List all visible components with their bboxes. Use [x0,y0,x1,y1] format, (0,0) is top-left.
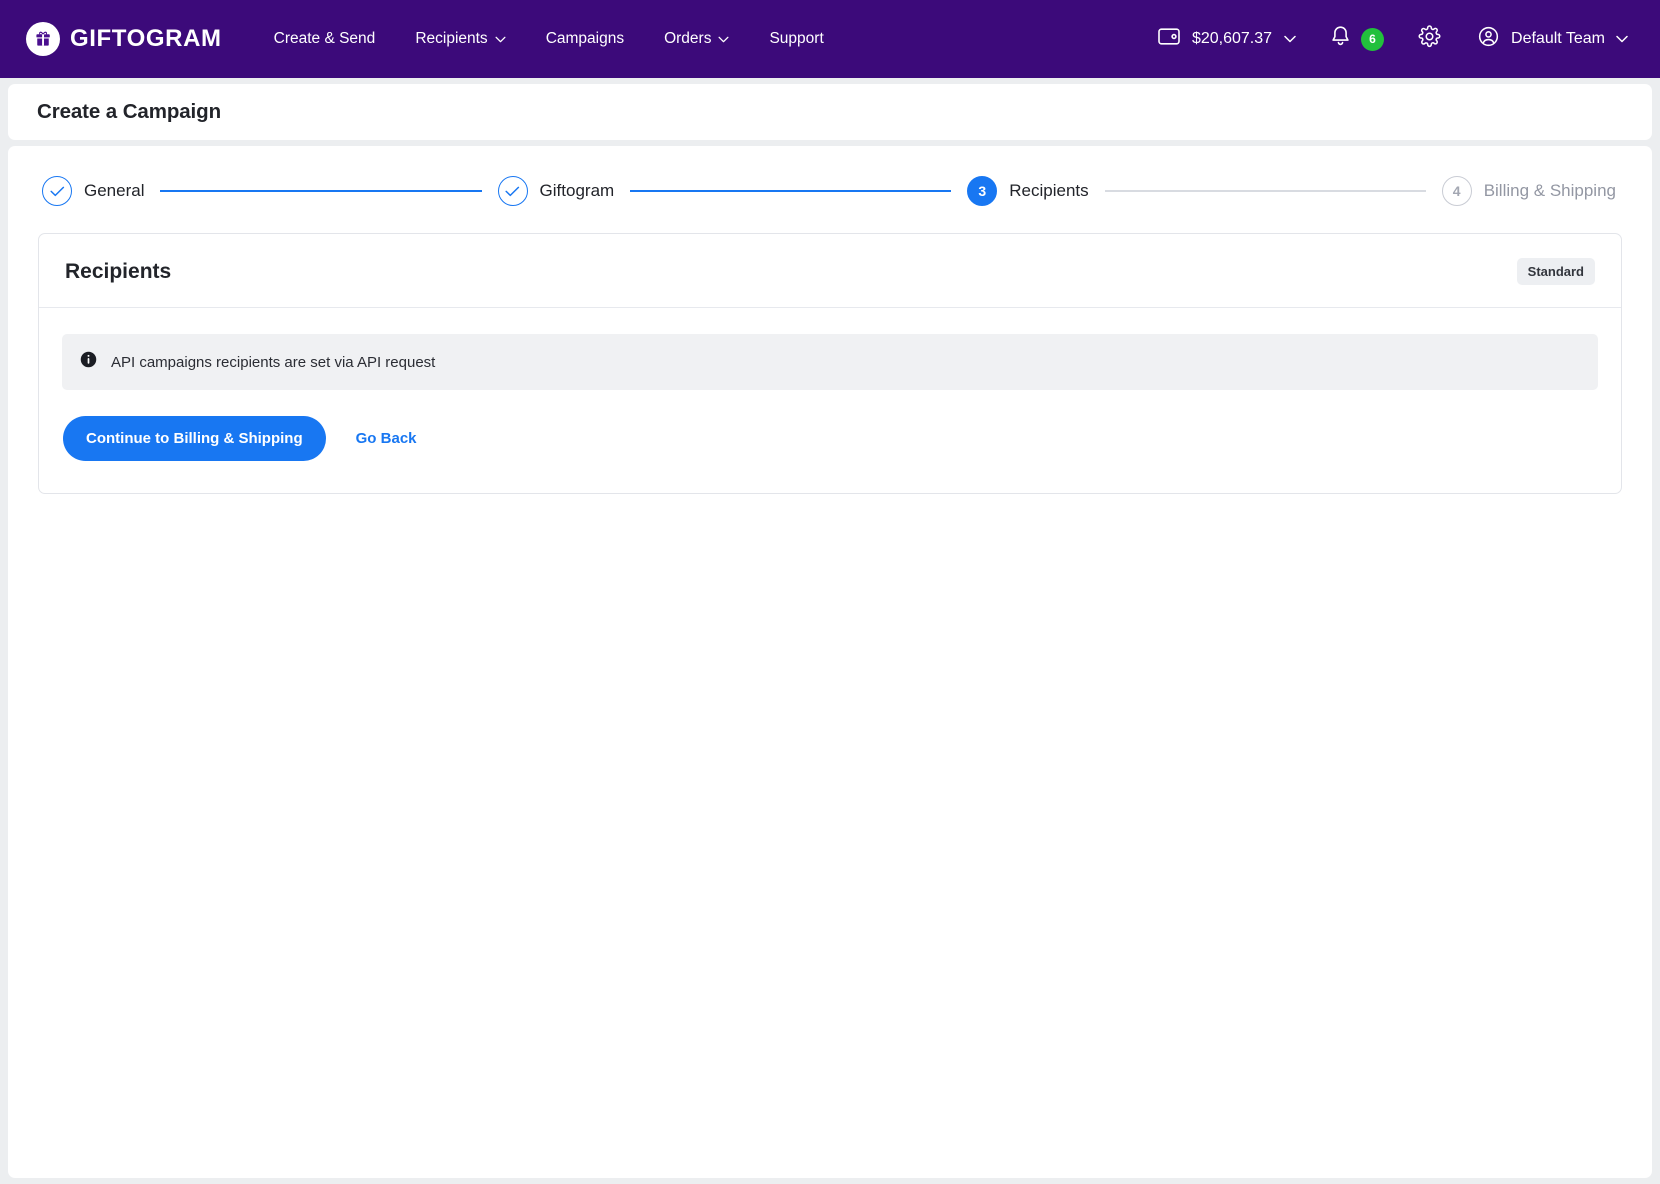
nav-item-label: Orders [664,30,712,47]
nav-item-label: Support [769,30,824,47]
page-title: Create a Campaign [37,100,222,123]
primary-nav: Create & Send Recipients Campaigns Order… [254,20,844,58]
chevron-down-icon [718,30,729,48]
chevron-down-icon [1284,30,1296,48]
stepper-step-label: Giftogram [539,181,615,200]
recipients-card: Recipients Standard API campaigns recipi… [38,233,1622,494]
wallet-amount: $20,607.37 [1191,30,1273,47]
nav-item-campaigns[interactable]: Campaigns [526,20,644,58]
nav-item-create-send[interactable]: Create & Send [254,20,396,58]
stepper-connector-3 [1104,190,1426,192]
user-circle-icon [1477,25,1500,53]
wallet-balance-button[interactable]: $20,607.37 [1144,19,1310,59]
stepper-step-label: Billing & Shipping [1483,181,1616,200]
nav-item-label: Recipients [415,30,488,47]
nav-item-recipients[interactable]: Recipients [395,20,525,58]
main-panel: General Giftogram 3 Recipients 4 Billing… [8,146,1652,1178]
check-icon [42,176,72,206]
settings-button[interactable] [1400,17,1459,61]
stepper-step-general[interactable]: General [42,176,144,206]
notifications-button[interactable]: 6 [1314,17,1396,61]
recipients-card-title: Recipients [65,259,172,283]
api-info-alert: API campaigns recipients are set via API… [62,334,1598,390]
stepper-connector-1 [160,190,482,192]
brand-logo[interactable]: GIFTOGRAM [26,22,222,56]
team-name: Default Team [1511,30,1605,47]
gear-icon [1418,25,1441,53]
stepper-step-recipients[interactable]: 3 Recipients [967,176,1089,206]
team-switcher-button[interactable]: Default Team [1463,17,1638,61]
info-icon [80,351,97,373]
chevron-down-icon [495,30,506,48]
go-back-button[interactable]: Go Back [340,416,433,461]
nav-item-label: Campaigns [545,30,625,47]
top-navbar: GIFTOGRAM Create & Send Recipients Campa… [0,0,1660,78]
stepper-step-number: 3 [967,176,998,206]
nav-item-support[interactable]: Support [749,20,843,58]
navbar-right-group: $20,607.37 6 Default Team [1144,17,1638,61]
stepper-connector-2 [630,190,952,192]
bell-icon [1330,25,1351,53]
brand-name: GIFTOGRAM [70,25,222,52]
notification-count-badge: 6 [1361,27,1385,51]
api-info-alert-text: API campaigns recipients are set via API… [111,353,436,371]
continue-to-billing-shipping-button[interactable]: Continue to Billing & Shipping [63,416,326,461]
recipients-card-header: Recipients Standard [39,234,1621,308]
recipients-card-body: API campaigns recipients are set via API… [39,308,1621,493]
card-actions: Continue to Billing & Shipping Go Back [62,416,1598,461]
nav-item-label: Create & Send [273,30,376,47]
chevron-down-icon [1616,30,1628,48]
status-badge: Standard [1516,258,1595,285]
stepper-step-giftogram[interactable]: Giftogram [497,176,615,206]
stepper-step-billing-shipping[interactable]: 4 Billing & Shipping [1441,176,1616,206]
check-icon [497,176,528,206]
nav-item-orders[interactable]: Orders [644,20,749,58]
gift-icon [26,22,60,56]
stepper-step-number: 4 [1441,176,1472,206]
stepper-step-label: General [84,181,145,200]
wallet-icon [1158,27,1180,51]
campaign-stepper: General Giftogram 3 Recipients 4 Billing… [38,176,1622,206]
stepper-step-label: Recipients [1009,181,1089,200]
page-title-bar: Create a Campaign [8,84,1652,140]
